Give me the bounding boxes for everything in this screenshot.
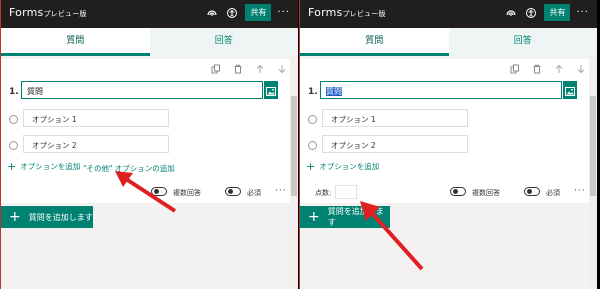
accessibility-icon[interactable] <box>524 6 538 20</box>
arrow-up-icon[interactable] <box>553 63 565 75</box>
multiple-answers-label: 複数回答 <box>472 189 500 197</box>
required-toggle[interactable] <box>225 187 241 196</box>
option-input[interactable]: オプション 1 <box>322 109 468 127</box>
tab-questions[interactable]: 質問 <box>1 28 150 56</box>
scrollbar[interactable] <box>589 56 597 289</box>
question-title-text: 質問 <box>326 87 342 96</box>
points-input[interactable] <box>335 185 357 199</box>
plus-icon: + <box>7 160 17 173</box>
points-label: 点数: <box>315 189 332 197</box>
add-question-label: 質問を追加します <box>28 212 93 222</box>
option-row: オプション 1 <box>9 109 169 127</box>
add-question-button[interactable]: + 質問を追加します <box>1 206 93 228</box>
question-more-button[interactable]: ··· <box>574 186 586 196</box>
insert-image-button[interactable] <box>563 81 577 99</box>
radar-icon[interactable] <box>205 6 219 20</box>
right-panel: Formsプレビュー版 共有 ··· 質問 回答 1. 質問 オプション 1 オ… <box>299 0 597 289</box>
question-card: 1. 質問 オプション 1 オプション 2 + オプションを追加 点数: 複数回… <box>300 59 597 203</box>
question-card: 1. 質問 オプション 1 オプション 2 + オプションを追加 "その他" オ… <box>1 59 298 203</box>
add-question-label: 質問を追加します <box>327 207 384 227</box>
question-number: 1. <box>9 87 19 97</box>
question-footer: 複数回答 必須 ··· <box>1 185 298 201</box>
plus-icon: + <box>9 209 21 225</box>
required-label: 必須 <box>247 189 261 197</box>
option-row: オプション 1 <box>308 109 468 127</box>
option-row: オプション 2 <box>308 135 468 153</box>
more-menu-button[interactable]: ··· <box>576 7 589 18</box>
insert-image-button[interactable] <box>264 81 278 99</box>
accessibility-icon[interactable] <box>225 6 239 20</box>
top-bar: Formsプレビュー版 共有 ··· <box>300 0 597 28</box>
required-label: 必須 <box>546 189 560 197</box>
radar-icon[interactable] <box>504 6 518 20</box>
app-title: Formsプレビュー版 <box>9 6 87 19</box>
tab-responses[interactable]: 回答 <box>149 28 298 56</box>
tab-bar: 質問 回答 <box>300 28 597 56</box>
more-menu-button[interactable]: ··· <box>277 7 290 18</box>
option-radio[interactable] <box>308 140 317 150</box>
scrollbar-thumb[interactable] <box>291 96 297 196</box>
question-title-input[interactable]: 質問 <box>21 81 263 99</box>
tab-responses[interactable]: 回答 <box>448 28 597 56</box>
image-icon <box>266 81 276 100</box>
option-input[interactable]: オプション 2 <box>322 135 468 153</box>
tab-bar: 質問 回答 <box>1 28 298 56</box>
tab-questions[interactable]: 質問 <box>300 28 449 56</box>
add-option-label: オプションを追加 <box>319 162 380 171</box>
add-option-button[interactable]: + オプションを追加 <box>7 160 80 173</box>
multiple-answers-label: 複数回答 <box>173 189 201 197</box>
arrow-up-icon[interactable] <box>254 63 266 75</box>
left-panel: Formsプレビュー版 共有 ··· 質問 回答 1. 質問 オプション 1 オ… <box>0 0 298 289</box>
top-bar: Formsプレビュー版 共有 ··· <box>1 0 298 28</box>
add-other-option-link[interactable]: "その他" オプションの追加 <box>83 163 175 174</box>
question-tools <box>509 63 587 75</box>
question-more-button[interactable]: ··· <box>275 186 287 196</box>
question-footer: 点数: 複数回答 必須 ··· <box>300 185 597 201</box>
app-title: Formsプレビュー版 <box>308 6 386 19</box>
multiple-answers-toggle[interactable] <box>450 187 466 196</box>
image-icon <box>565 81 575 100</box>
arrow-down-icon[interactable] <box>575 63 587 75</box>
add-option-button[interactable]: + オプションを追加 <box>306 160 379 173</box>
question-number: 1. <box>308 87 318 97</box>
option-row: オプション 2 <box>9 135 169 153</box>
trash-icon[interactable] <box>232 63 244 75</box>
question-title-text: 質問 <box>27 87 43 96</box>
option-radio[interactable] <box>9 140 18 150</box>
copy-icon[interactable] <box>210 63 222 75</box>
plus-icon: + <box>308 209 320 225</box>
plus-icon: + <box>306 160 316 173</box>
question-title-input[interactable]: 質問 <box>320 81 562 99</box>
top-bar-icons: 共有 ··· <box>504 4 589 21</box>
copy-icon[interactable] <box>509 63 521 75</box>
scrollbar[interactable] <box>290 56 298 289</box>
trash-icon[interactable] <box>531 63 543 75</box>
option-input[interactable]: オプション 2 <box>23 135 169 153</box>
add-question-button[interactable]: + 質問を追加します <box>300 206 390 228</box>
required-toggle[interactable] <box>524 187 540 196</box>
option-radio[interactable] <box>308 114 317 124</box>
multiple-answers-toggle[interactable] <box>151 187 167 196</box>
option-radio[interactable] <box>9 114 18 124</box>
add-option-label: オプションを追加 <box>20 162 81 171</box>
share-button[interactable]: 共有 <box>544 4 571 21</box>
question-tools <box>210 63 288 75</box>
arrow-down-icon[interactable] <box>276 63 288 75</box>
top-bar-icons: 共有 ··· <box>205 4 290 21</box>
scrollbar-thumb[interactable] <box>590 96 596 196</box>
option-input[interactable]: オプション 1 <box>23 109 169 127</box>
share-button[interactable]: 共有 <box>245 4 272 21</box>
